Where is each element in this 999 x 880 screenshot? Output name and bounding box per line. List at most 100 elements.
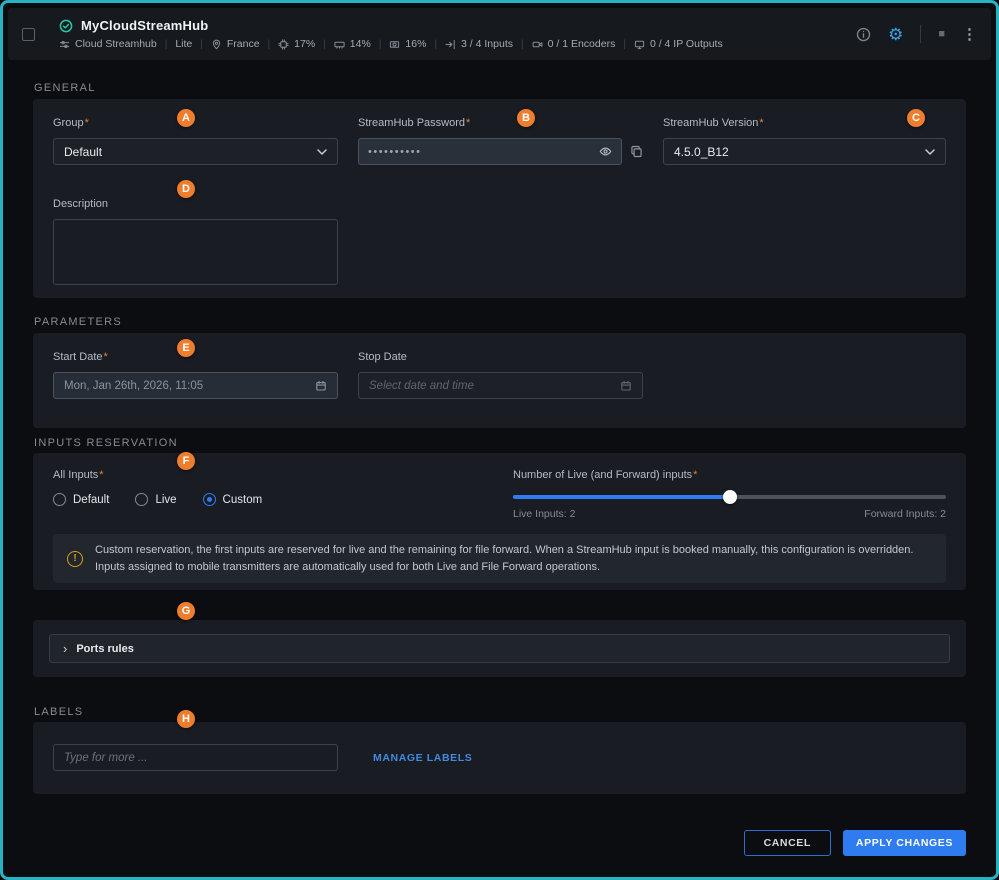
status-divider: |	[623, 39, 626, 50]
version-label: StreamHub Version*	[663, 117, 946, 129]
warning-text: Custom reservation, the first inputs are…	[95, 542, 932, 575]
parameters-panel: Start Date* Mon, Jan 26th, 2026, 11:05 S…	[33, 333, 966, 428]
chevron-down-icon	[925, 149, 935, 155]
annotation-badge-e: E	[177, 339, 195, 357]
radio-circle	[135, 493, 148, 506]
required-asterisk: *	[99, 469, 103, 481]
custom-reservation-warning: ! Custom reservation, the first inputs a…	[53, 534, 946, 583]
all-inputs-radio-group: Default Live Custom	[53, 493, 513, 506]
slider-label: Number of Live (and Forward) inputs*	[513, 469, 946, 481]
ip-outputs-icon	[634, 39, 645, 50]
group-label: Group*	[53, 117, 338, 129]
annotation-badge-a: A	[177, 109, 195, 127]
cpu-icon	[278, 39, 289, 50]
status-tier: Lite	[175, 38, 192, 50]
version-select[interactable]: 4.5.0_B12	[663, 138, 946, 165]
labels-section-title: LABELS	[34, 706, 83, 718]
general-panel: Group* Default StreamHub Password* •••••…	[33, 99, 966, 298]
annotation-badge-g: G	[177, 602, 195, 620]
eye-icon[interactable]	[599, 145, 612, 158]
copy-icon[interactable]	[630, 145, 643, 158]
location-icon	[211, 39, 222, 50]
password-masked-value: ••••••••••	[368, 146, 599, 158]
status-encoders: 0 / 1 Encoders	[532, 38, 616, 50]
stop-date-placeholder: Select date and time	[369, 380, 474, 392]
ports-rules-label: Ports rules	[76, 643, 133, 655]
required-asterisk: *	[85, 117, 89, 129]
start-date-label: Start Date*	[53, 351, 338, 363]
cancel-button[interactable]: CANCEL	[744, 830, 831, 856]
select-checkbox[interactable]	[22, 28, 35, 41]
status-divider: |	[165, 39, 168, 50]
stop-date-label: Stop Date	[358, 351, 643, 363]
actions-divider	[920, 25, 921, 43]
radio-live[interactable]: Live	[135, 493, 176, 506]
status-inputs: 3 / 4 Inputs	[445, 38, 513, 50]
radio-custom[interactable]: Custom	[203, 493, 263, 506]
password-label: StreamHub Password*	[358, 117, 643, 129]
apply-changes-button[interactable]: APPLY CHANGES	[843, 830, 966, 856]
stop-icon[interactable]: ■	[938, 28, 945, 40]
start-date-input[interactable]: Mon, Jan 26th, 2026, 11:05	[53, 372, 338, 399]
status-gpu: 16%	[389, 38, 426, 50]
version-value: 4.5.0_B12	[674, 145, 729, 159]
radio-circle-selected	[203, 493, 216, 506]
slider-thumb[interactable]	[723, 490, 737, 504]
calendar-icon[interactable]	[315, 380, 327, 392]
status-divider: |	[323, 39, 326, 50]
stop-date-input[interactable]: Select date and time	[358, 372, 643, 399]
live-inputs-count: Live Inputs: 2	[513, 508, 575, 520]
hub-identity: MyCloudStreamHub Cloud Streamhub | Lite …	[59, 18, 723, 50]
radio-circle	[53, 493, 66, 506]
manage-labels-link[interactable]: MANAGE LABELS	[373, 752, 472, 764]
inputs-reservation-section-title: INPUTS RESERVATION	[34, 437, 178, 449]
description-label: Description	[53, 198, 946, 210]
annotation-badge-c: C	[907, 109, 925, 127]
kebab-menu-icon[interactable]: ⋮	[962, 25, 977, 43]
streamhub-settings-page: MyCloudStreamHub Cloud Streamhub | Lite …	[0, 0, 999, 880]
hub-status-row: Cloud Streamhub | Lite | France | 17% |	[59, 38, 723, 50]
inputs-reservation-panel: All Inputs* Default Live Custom	[33, 453, 966, 590]
required-asterisk: *	[104, 351, 108, 363]
status-cpu: 17%	[278, 38, 315, 50]
status-divider: |	[521, 39, 524, 50]
memory-icon	[334, 39, 345, 50]
warning-icon: !	[67, 551, 83, 567]
top-actions: ⚙ ■ ⋮	[856, 25, 977, 43]
radio-default[interactable]: Default	[53, 493, 109, 506]
forward-inputs-count: Forward Inputs: 2	[864, 508, 946, 520]
gear-icon[interactable]: ⚙	[888, 26, 903, 43]
start-date-value: Mon, Jan 26th, 2026, 11:05	[64, 380, 203, 392]
streamhub-icon	[59, 39, 70, 50]
chevron-right-icon: ›	[63, 642, 67, 655]
slider-fill	[513, 495, 730, 499]
info-icon[interactable]	[856, 27, 871, 42]
labels-panel: MANAGE LABELS	[33, 722, 966, 794]
required-asterisk: *	[466, 117, 470, 129]
status-divider: |	[268, 39, 271, 50]
footer-actions: CANCEL APPLY CHANGES	[744, 830, 966, 856]
inputs-slider[interactable]	[513, 495, 946, 499]
ports-panel: › Ports rules	[33, 620, 966, 677]
description-textarea[interactable]	[53, 219, 338, 285]
annotation-badge-d: D	[177, 180, 195, 198]
status-divider: |	[434, 39, 437, 50]
calendar-icon[interactable]	[620, 380, 632, 392]
gpu-icon	[389, 39, 400, 50]
password-input[interactable]: ••••••••••	[358, 138, 622, 165]
encoders-icon	[532, 39, 543, 50]
required-asterisk: *	[693, 469, 697, 481]
all-inputs-label: All Inputs*	[53, 469, 513, 481]
status-memory: 14%	[334, 38, 371, 50]
status-streamhub: Cloud Streamhub	[59, 38, 157, 50]
annotation-badge-h: H	[177, 710, 195, 728]
group-select[interactable]: Default	[53, 138, 338, 165]
required-asterisk: *	[759, 117, 763, 129]
labels-input[interactable]	[53, 744, 338, 771]
parameters-section-title: PARAMETERS	[34, 316, 122, 328]
ports-rules-accordion[interactable]: › Ports rules	[49, 634, 950, 663]
group-value: Default	[64, 145, 102, 159]
status-location: France	[211, 38, 260, 50]
status-ip-outputs: 0 / 4 IP Outputs	[634, 38, 723, 50]
annotation-badge-b: B	[517, 109, 535, 127]
